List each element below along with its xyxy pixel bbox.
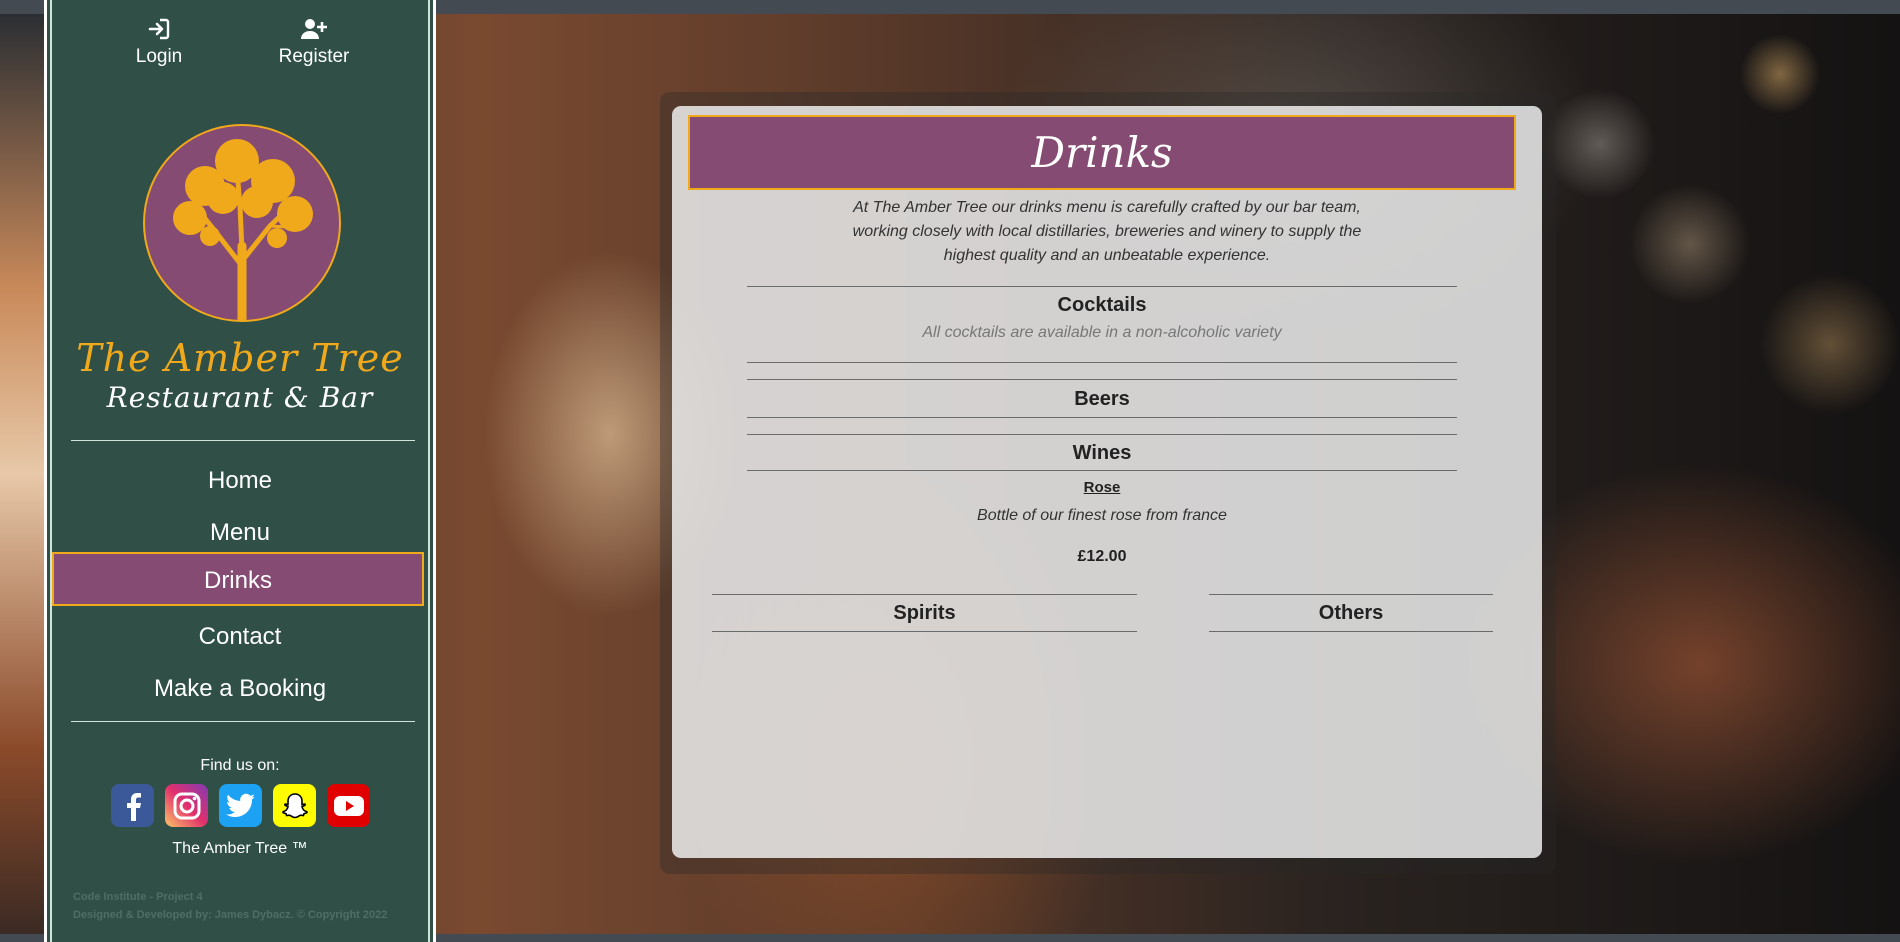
instagram-icon[interactable] <box>165 784 208 827</box>
add-user-icon <box>259 18 369 46</box>
sidebar: Login Register The Amber Tree Restaurant… <box>44 0 436 942</box>
tree-logo[interactable] <box>143 124 341 322</box>
login-label: Login <box>135 46 183 67</box>
section-rule <box>1209 631 1493 632</box>
section-rule <box>747 417 1457 418</box>
register-label: Register <box>278 46 350 67</box>
youtube-icon[interactable] <box>327 784 370 827</box>
find-us-label: Find us on: <box>200 757 280 774</box>
drink-price-rose: £12.00 <box>1077 548 1127 565</box>
twitter-icon[interactable] <box>219 784 262 827</box>
section-rule <box>712 594 1137 595</box>
section-title-others: Others <box>1318 602 1384 624</box>
section-rule <box>747 434 1457 435</box>
section-rule <box>747 379 1457 380</box>
drink-description-rose: Bottle of our finest rose from france <box>977 507 1227 524</box>
sidebar-divider <box>71 721 415 722</box>
page-title: Drinks <box>1031 128 1173 177</box>
section-rule <box>1209 594 1493 595</box>
brand-subtitle: Restaurant & Bar <box>106 381 374 414</box>
page-title-bar: Drinks <box>688 115 1516 190</box>
nav-home[interactable]: Home <box>47 455 433 507</box>
register-link[interactable]: Register <box>259 18 369 68</box>
snapchat-icon[interactable] <box>273 784 316 827</box>
credits-line-1: Code Institute - Project 4 <box>73 891 203 903</box>
section-title-beers: Beers <box>1074 388 1130 410</box>
section-rule <box>747 286 1457 287</box>
facebook-icon[interactable] <box>111 784 154 827</box>
section-title-wines: Wines <box>1072 442 1132 464</box>
trademark-text: The Amber Tree ™ <box>172 840 308 857</box>
cocktails-note: All cocktails are available in a non-alc… <box>922 324 1282 341</box>
drink-name-rose: Rose <box>1083 479 1121 496</box>
login-icon <box>104 18 214 46</box>
section-rule <box>712 631 1137 632</box>
social-links <box>111 784 381 828</box>
nav-make-a-booking[interactable]: Make a Booking <box>47 663 433 715</box>
nav-contact[interactable]: Contact <box>47 611 433 663</box>
nav-drinks[interactable]: Drinks <box>52 552 424 606</box>
background-left-strip <box>0 14 44 934</box>
intro-text: At The Amber Tree our drinks menu is car… <box>852 199 1362 264</box>
section-rule <box>747 470 1457 471</box>
section-title-spirits: Spirits <box>893 602 956 624</box>
content-panel: Drinks At The Amber Tree our drinks menu… <box>672 106 1542 858</box>
auth-links: Login Register <box>47 18 433 78</box>
brand-name: The Amber Tree <box>76 336 404 380</box>
sidebar-divider <box>71 440 415 441</box>
section-rule <box>747 362 1457 363</box>
section-title-cocktails: Cocktails <box>1057 294 1147 316</box>
credits: Code Institute - Project 4 Designed & De… <box>73 888 387 924</box>
credits-line-2: Designed & Developed by: James Dybacz. ©… <box>73 909 388 921</box>
tree-icon <box>173 139 313 320</box>
login-link[interactable]: Login <box>104 18 214 68</box>
